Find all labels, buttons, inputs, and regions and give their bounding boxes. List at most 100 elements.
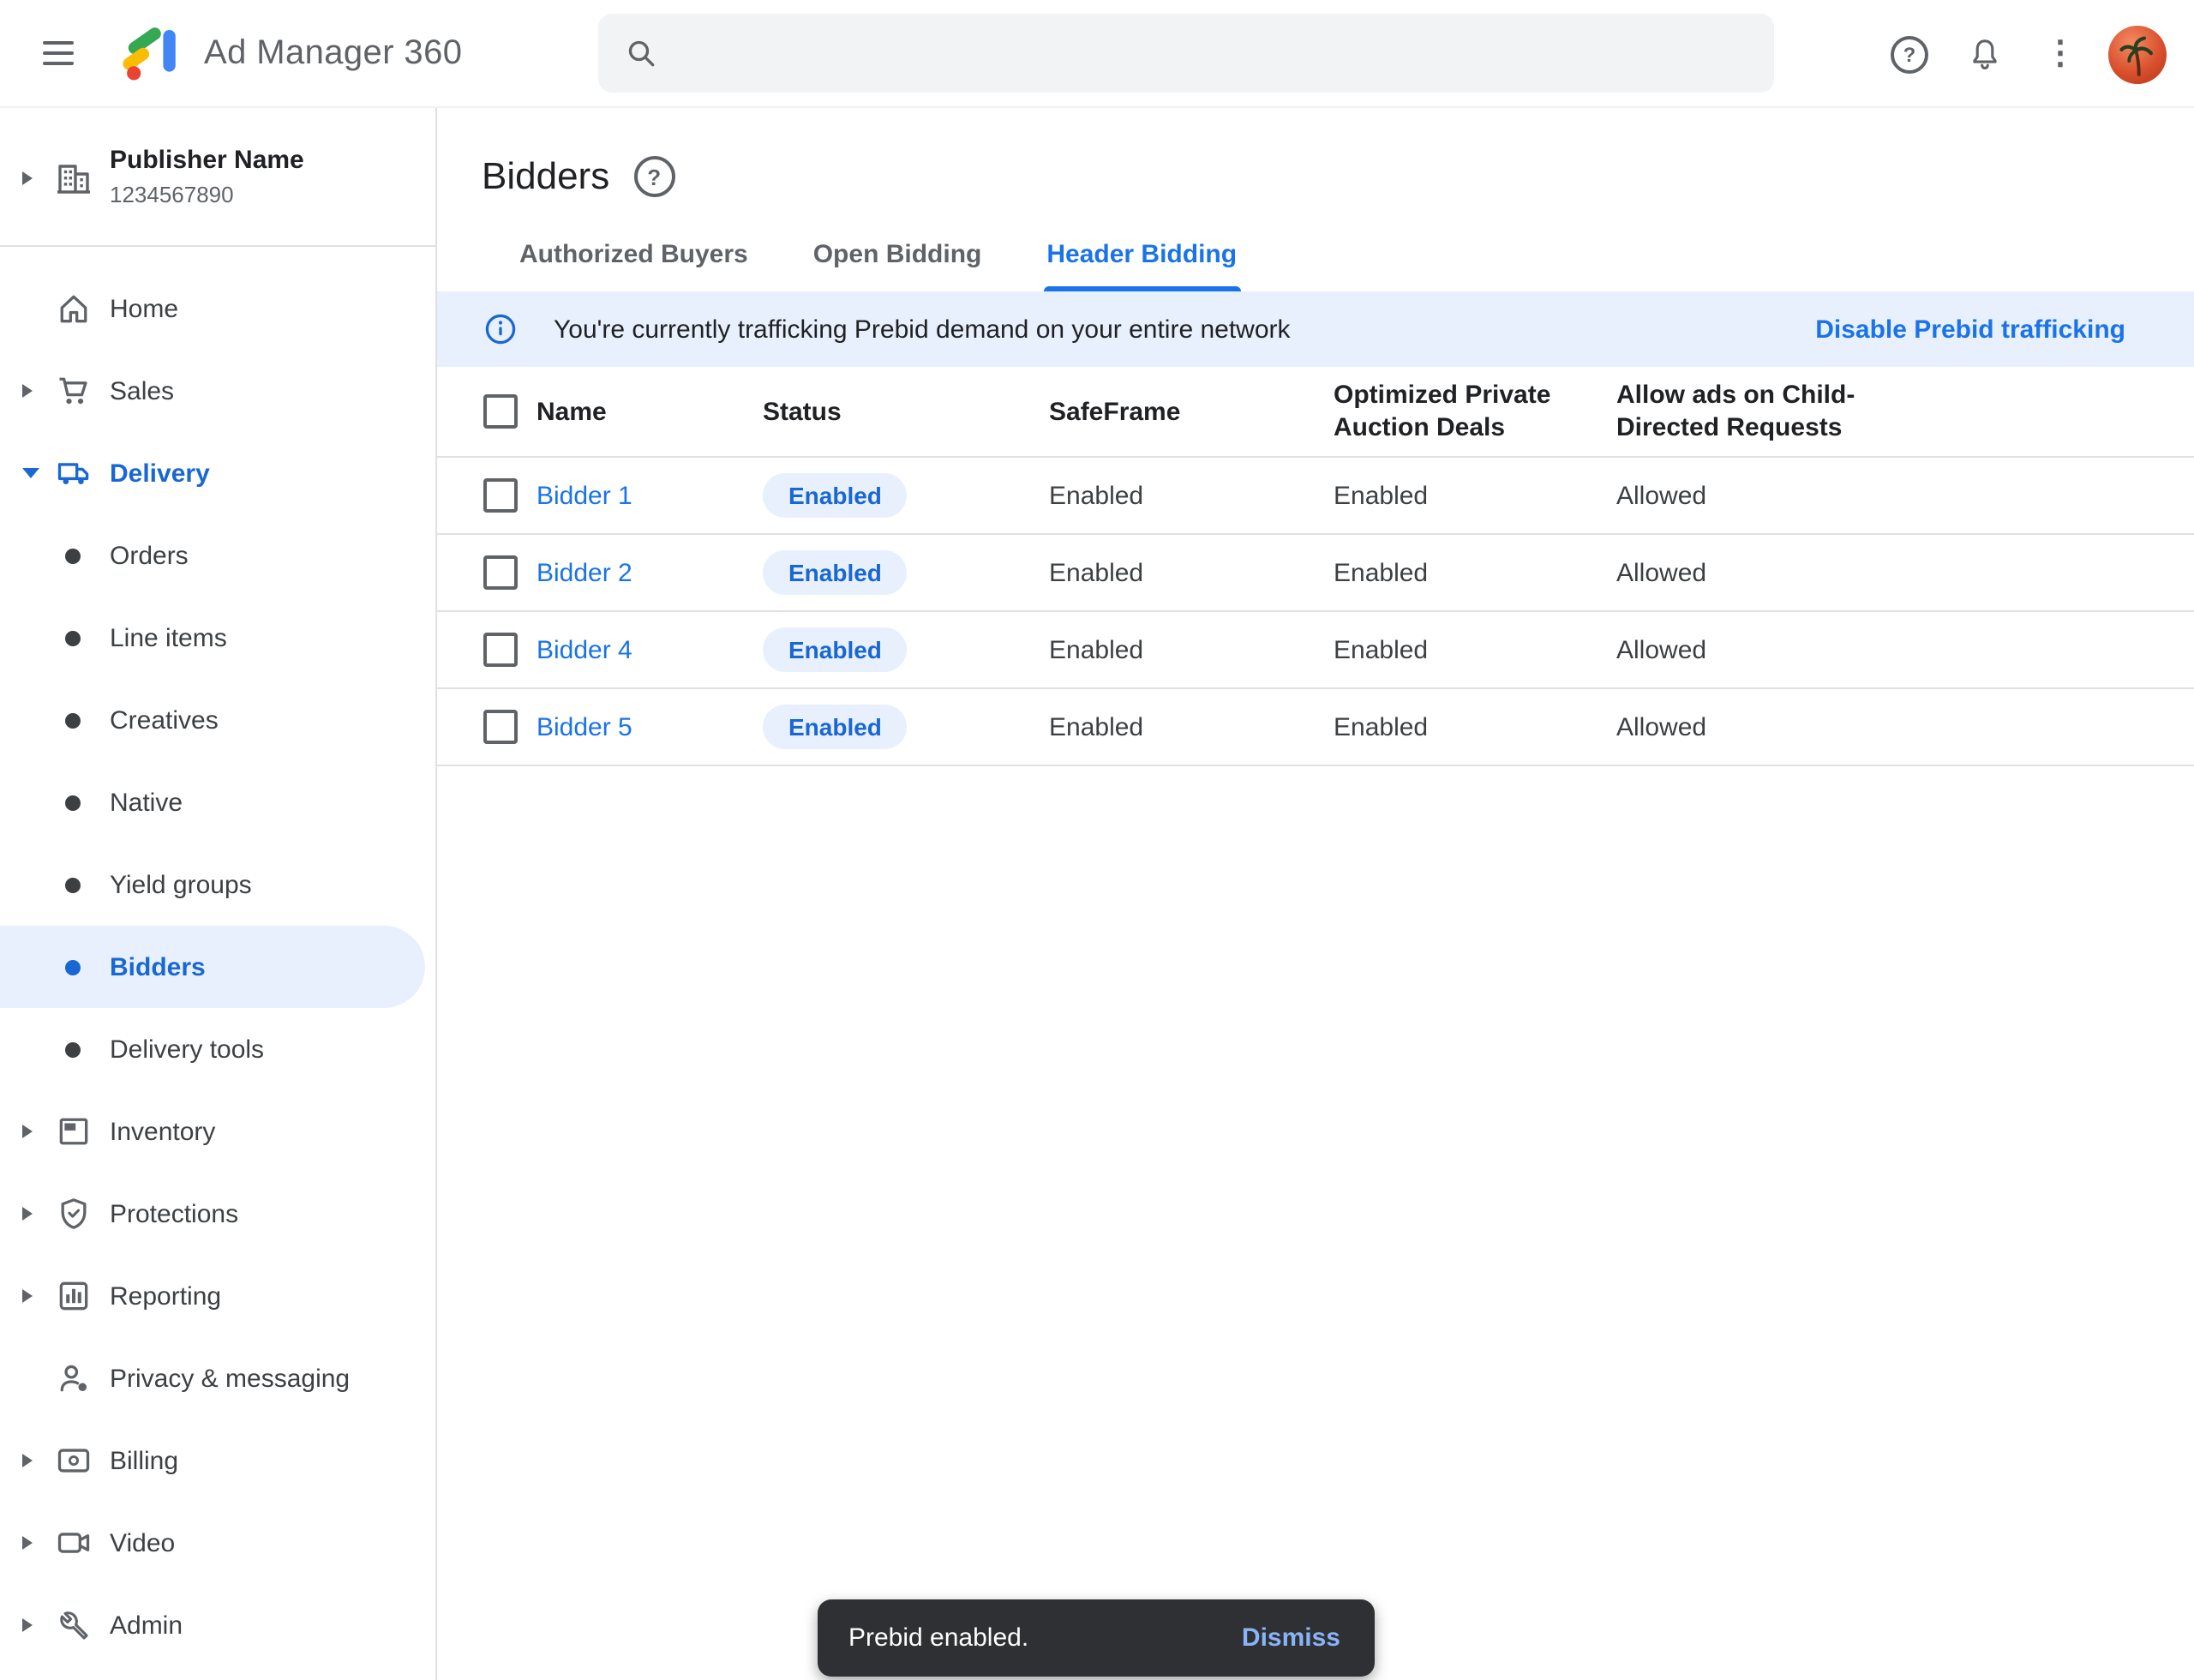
row-checkbox[interactable]	[483, 710, 518, 744]
page-help-icon[interactable]: ?	[633, 156, 674, 197]
optimized-deals-value: Enabled	[1334, 712, 1616, 741]
sidebar-item-line-items[interactable]: Line items	[0, 597, 435, 679]
publisher-switcher[interactable]: Publisher Name 1234567890	[0, 108, 435, 245]
snackbar: Prebid enabled. Dismiss	[818, 1599, 1375, 1677]
row-checkbox[interactable]	[483, 478, 518, 513]
hamburger-menu-button[interactable]	[21, 15, 96, 91]
banner-message: You're currently trafficking Prebid dema…	[554, 315, 1291, 344]
bidders-table: Name Status SafeFrame Optimized Private …	[437, 367, 2194, 766]
video-camera-icon	[53, 1522, 94, 1563]
row-checkbox[interactable]	[483, 555, 518, 590]
sidebar-item-native[interactable]: Native	[0, 761, 435, 843]
column-header-child-directed: Allow ads on Child-Directed Requests	[1616, 379, 1908, 444]
sidebar-item-inventory[interactable]: Inventory	[0, 1090, 435, 1173]
sidebar-item-home[interactable]: Home	[0, 267, 435, 350]
status-badge: Enabled	[763, 705, 908, 749]
chevron-right-icon	[22, 1454, 33, 1467]
sidebar-item-sales[interactable]: Sales	[0, 350, 435, 432]
optimized-deals-value: Enabled	[1334, 481, 1616, 510]
sidebar-item-billing[interactable]: Billing	[0, 1419, 435, 1502]
disable-prebid-link[interactable]: Disable Prebid trafficking	[1815, 315, 2125, 344]
help-icon: ?	[1891, 35, 1928, 73]
sidebar-item-bidders[interactable]: Bidders	[0, 926, 425, 1008]
status-badge: Enabled	[763, 627, 908, 672]
sidebar-item-reporting[interactable]: Reporting	[0, 1255, 435, 1337]
snackbar-message: Prebid enabled.	[848, 1623, 1028, 1653]
column-header-safeframe: SafeFrame	[1049, 395, 1334, 428]
overflow-menu-icon: ⋮	[2044, 34, 2077, 74]
dismiss-button[interactable]: Dismiss	[1225, 1610, 1358, 1666]
app-title: Ad Manager 360	[204, 33, 462, 73]
sidebar-item-admin[interactable]: Admin	[0, 1584, 435, 1666]
main-content: Bidders ? Authorized Buyers Open Bidding…	[437, 108, 2194, 1680]
palm-tree-icon	[2112, 28, 2163, 80]
tab-bar: Authorized Buyers Open Bidding Header Bi…	[516, 226, 2194, 291]
account-avatar[interactable]	[2108, 25, 2167, 83]
sidebar-item-delivery-tools[interactable]: Delivery tools	[0, 1008, 435, 1090]
chevron-right-icon	[22, 1207, 33, 1221]
column-header-optimized-deals: Optimized Private Auction Deals	[1334, 379, 1616, 444]
sidebar-item-yield-groups[interactable]: Yield groups	[0, 843, 435, 926]
sidebar-nav: Publisher Name 1234567890 Home	[0, 108, 437, 1680]
row-checkbox[interactable]	[483, 633, 518, 667]
help-button[interactable]: ?	[1872, 16, 1947, 92]
sidebar-item-video[interactable]: Video	[0, 1502, 435, 1584]
bullet-icon	[65, 795, 81, 810]
sidebar-item-creatives[interactable]: Creatives	[0, 679, 435, 761]
table-row: Bidder 4 Enabled Enabled Enabled Allowed	[437, 612, 2194, 689]
table-header-row: Name Status SafeFrame Optimized Private …	[437, 367, 2194, 458]
table-row: Bidder 2 Enabled Enabled Enabled Allowed	[437, 535, 2194, 612]
bullet-icon	[65, 630, 81, 645]
safeframe-value: Enabled	[1049, 481, 1334, 510]
prebid-info-banner: You're currently trafficking Prebid dema…	[437, 291, 2194, 367]
bell-icon	[1966, 35, 2004, 73]
chevron-right-icon	[22, 384, 33, 398]
status-badge: Enabled	[763, 550, 908, 595]
chevron-down-icon	[22, 468, 39, 478]
sidebar-item-protections[interactable]: Protections	[0, 1173, 435, 1255]
optimized-deals-value: Enabled	[1334, 558, 1616, 587]
cart-icon	[53, 370, 94, 411]
table-row: Bidder 1 Enabled Enabled Enabled Allowed	[437, 458, 2194, 535]
child-directed-value: Allowed	[1616, 712, 2194, 741]
bidder-link[interactable]: Bidder 1	[537, 481, 632, 510]
chevron-right-icon	[22, 1125, 33, 1138]
bullet-icon	[65, 877, 81, 892]
ad-manager-logo-icon	[120, 22, 182, 84]
top-app-bar: Ad Manager 360 ? ⋮	[0, 0, 2194, 108]
overflow-menu-button[interactable]: ⋮	[2023, 16, 2098, 92]
sidebar-item-delivery[interactable]: Delivery	[0, 432, 435, 514]
page-title: Bidders	[482, 151, 609, 202]
sidebar-items: Home Sales Delivery	[0, 247, 435, 1666]
tab-open-bidding[interactable]: Open Bidding	[810, 226, 986, 291]
search-icon	[624, 36, 658, 70]
publisher-id: 1234567890	[110, 182, 304, 210]
search-bar[interactable]	[598, 14, 1774, 93]
tab-authorized-buyers[interactable]: Authorized Buyers	[516, 226, 752, 291]
chevron-right-icon	[22, 171, 33, 184]
column-header-name: Name	[537, 395, 763, 428]
table-row: Bidder 5 Enabled Enabled Enabled Allowed	[437, 689, 2194, 766]
search-input[interactable]	[677, 37, 1774, 69]
building-icon	[53, 157, 94, 198]
home-icon	[53, 288, 94, 329]
optimized-deals-value: Enabled	[1334, 635, 1616, 664]
bidder-link[interactable]: Bidder 5	[537, 712, 632, 741]
publisher-name: Publisher Name	[110, 146, 304, 178]
chevron-right-icon	[22, 1289, 33, 1303]
bidder-link[interactable]: Bidder 4	[537, 635, 632, 664]
tab-header-bidding[interactable]: Header Bidding	[1043, 226, 1240, 291]
sidebar-item-privacy-messaging[interactable]: Privacy & messaging	[0, 1337, 435, 1419]
wrench-icon	[53, 1605, 94, 1646]
bullet-icon	[65, 712, 81, 728]
safeframe-value: Enabled	[1049, 558, 1334, 587]
select-all-checkbox[interactable]	[483, 394, 518, 429]
bidder-link[interactable]: Bidder 2	[537, 558, 632, 587]
info-icon	[482, 310, 519, 348]
chevron-right-icon	[22, 1536, 33, 1550]
safeframe-value: Enabled	[1049, 712, 1334, 741]
column-header-status: Status	[763, 395, 1049, 428]
sidebar-item-orders[interactable]: Orders	[0, 514, 435, 597]
bullet-icon	[65, 1041, 81, 1057]
notifications-button[interactable]	[1947, 16, 2023, 92]
